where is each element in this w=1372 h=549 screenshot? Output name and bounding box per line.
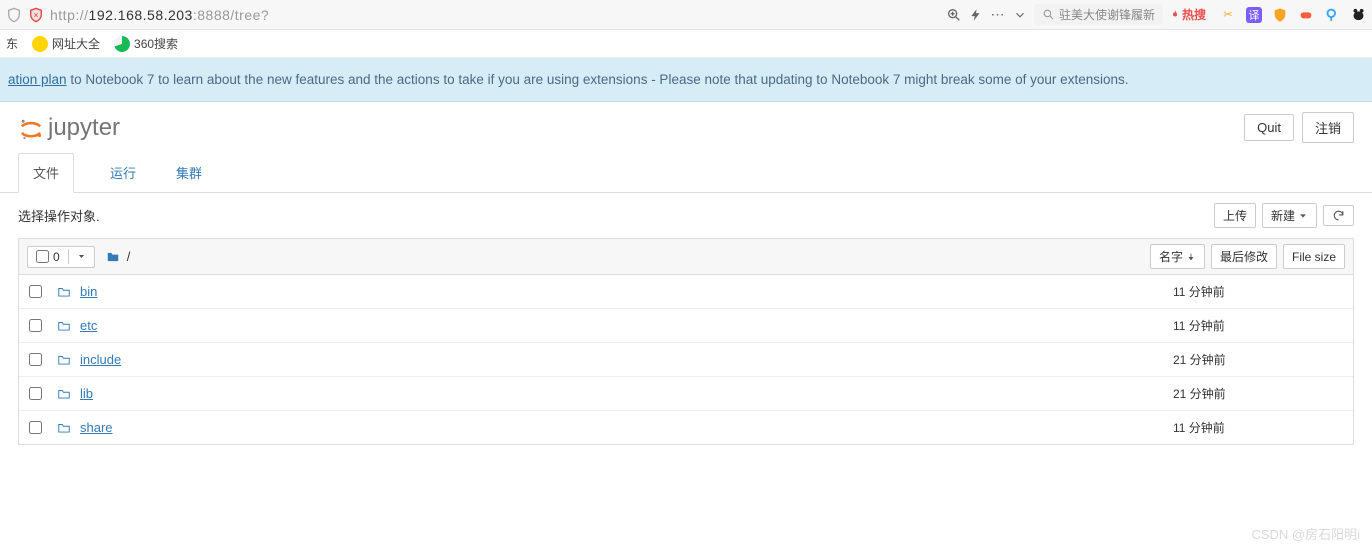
watermark: CSDN @房石阳明i	[1251, 524, 1360, 543]
refresh-button[interactable]	[1323, 205, 1354, 226]
quit-button[interactable]: Quit	[1244, 114, 1294, 141]
bookmarks-bar: 东 网址大全 360搜索	[0, 30, 1372, 58]
p-ext-icon[interactable]	[1324, 7, 1340, 23]
url-path: :8888/tree?	[193, 7, 269, 23]
file-row: lib 21 分钟前	[19, 377, 1353, 411]
select-all-group: 0	[27, 246, 95, 268]
select-prompt: 选择操作对象.	[18, 206, 100, 225]
url-scheme: http://	[50, 7, 89, 23]
file-checkbox[interactable]	[29, 387, 42, 400]
file-row: bin 11 分钟前	[19, 275, 1353, 309]
scissors-icon[interactable]: ✂	[1220, 7, 1236, 23]
svg-text:✕: ✕	[33, 12, 39, 19]
file-list-panel: 0 / 名字 最后修改 File size bin 11 分钟前 etc 11 分钟前…	[18, 238, 1354, 445]
file-name-link[interactable]: share	[80, 420, 113, 435]
jupyter-logo-icon	[18, 116, 42, 140]
file-modified: 11 分钟前	[1173, 317, 1263, 334]
bookmark-icon-2	[32, 36, 48, 52]
file-modified: 11 分钟前	[1173, 283, 1263, 300]
migration-banner: ation plan to Notebook 7 to learn about …	[0, 58, 1372, 102]
game-ext-icon[interactable]	[1298, 7, 1314, 23]
jupyter-logo[interactable]: jupyter	[18, 114, 120, 142]
action-row: 选择操作对象. 上传 新建	[0, 193, 1372, 238]
select-all-checkbox-wrap[interactable]: 0	[28, 247, 68, 267]
shield-ext-icon[interactable]	[1272, 7, 1288, 23]
more-menu-icon[interactable]: ⋯	[990, 7, 1006, 23]
folder-icon	[56, 353, 72, 367]
site-warning-icon: ✕	[28, 7, 44, 23]
select-all-checkbox[interactable]	[36, 250, 49, 263]
browser-url-bar: ✕ http://192.168.58.203:8888/tree? ⋯ 驻美大…	[0, 0, 1372, 30]
file-name-link[interactable]: bin	[80, 284, 97, 299]
arrow-down-icon	[1186, 252, 1196, 262]
caret-down-icon	[77, 252, 86, 261]
search-placeholder: 驻美大使谢锋履新	[1059, 6, 1155, 23]
file-modified: 21 分钟前	[1173, 385, 1263, 402]
sort-size-button[interactable]: File size	[1283, 244, 1345, 269]
file-row: include 21 分钟前	[19, 343, 1353, 377]
folder-icon	[105, 250, 121, 264]
file-name-link[interactable]: include	[80, 352, 121, 367]
bookmark-item-2[interactable]: 网址大全	[32, 35, 100, 52]
upload-button[interactable]: 上传	[1214, 203, 1256, 228]
zoom-icon[interactable]	[946, 7, 962, 23]
chevron-down-icon[interactable]	[1012, 7, 1028, 23]
breadcrumb-path: /	[127, 249, 131, 264]
url-display[interactable]: http://192.168.58.203:8888/tree?	[50, 7, 269, 23]
tab-clusters[interactable]: 集群	[172, 153, 206, 192]
file-name-link[interactable]: etc	[80, 318, 97, 333]
folder-icon	[56, 285, 72, 299]
search-icon	[1042, 8, 1055, 21]
folder-icon	[56, 319, 72, 333]
migration-link[interactable]: ation plan	[8, 72, 67, 87]
browser-search-box[interactable]: 驻美大使谢锋履新	[1034, 4, 1163, 25]
tab-running[interactable]: 运行	[106, 153, 140, 192]
new-button[interactable]: 新建	[1262, 203, 1317, 228]
file-checkbox[interactable]	[29, 285, 42, 298]
folder-icon	[56, 421, 72, 435]
caret-down-icon	[1298, 211, 1308, 221]
file-rows-container: bin 11 分钟前 etc 11 分钟前 include 21 分钟前 lib 21 分钟前…	[19, 275, 1353, 444]
bookmark-icon-3	[114, 36, 130, 52]
translate-ext-icon[interactable]: 译	[1246, 7, 1262, 23]
file-checkbox[interactable]	[29, 319, 42, 332]
folder-icon	[56, 387, 72, 401]
file-checkbox[interactable]	[29, 421, 42, 434]
jupyter-header: jupyter Quit 注销	[0, 102, 1372, 153]
hot-search-label[interactable]: 热搜	[1169, 6, 1206, 23]
file-row: etc 11 分钟前	[19, 309, 1353, 343]
jupyter-logo-text: jupyter	[48, 114, 120, 142]
file-modified: 11 分钟前	[1173, 419, 1263, 436]
panda-ext-icon[interactable]	[1350, 7, 1366, 23]
extension-icons: ✂ 译	[1220, 7, 1366, 23]
tab-files[interactable]: 文件	[18, 153, 74, 193]
file-name-link[interactable]: lib	[80, 386, 93, 401]
file-list-header: 0 / 名字 最后修改 File size	[19, 239, 1353, 275]
file-modified: 21 分钟前	[1173, 351, 1263, 368]
flash-icon[interactable]	[968, 7, 984, 23]
main-tabs: 文件 运行 集群	[0, 153, 1372, 193]
selected-count: 0	[53, 250, 60, 264]
file-row: share 11 分钟前	[19, 411, 1353, 444]
sort-modified-button[interactable]: 最后修改	[1211, 244, 1277, 269]
sort-name-button[interactable]: 名字	[1150, 244, 1205, 269]
bookmark-item-3[interactable]: 360搜索	[114, 35, 178, 52]
bookmark-item-1[interactable]: 东	[6, 35, 18, 52]
select-menu-toggle[interactable]	[68, 249, 94, 264]
security-shield-icon	[6, 7, 22, 23]
url-host: 192.168.58.203	[89, 7, 193, 23]
refresh-icon	[1332, 209, 1345, 222]
migration-text: to Notebook 7 to learn about the new fea…	[67, 72, 1129, 87]
file-checkbox[interactable]	[29, 353, 42, 366]
breadcrumb[interactable]: /	[105, 249, 131, 264]
logout-button[interactable]: 注销	[1302, 112, 1354, 143]
